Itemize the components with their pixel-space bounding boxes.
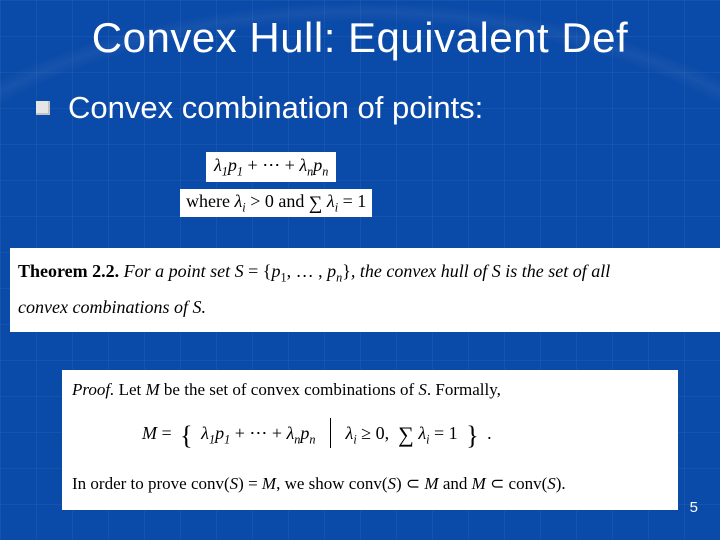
slide-title: Convex Hull: Equivalent Def (0, 0, 720, 72)
theorem-line2: convex combinations of S. (18, 297, 206, 317)
proof-line2: In order to prove conv(S) = M, we show c… (72, 474, 566, 493)
proof-box: Proof. Let M be the set of convex combin… (62, 370, 678, 510)
bullet-text: Convex combination of points: (68, 90, 483, 126)
page-number: 5 (690, 499, 698, 516)
theorem-box: Theorem 2.2. For a point set S = {p1, … … (10, 248, 720, 332)
equation-convex-combination: λ1p1 + ⋯ + λnpn (206, 152, 336, 182)
equation-where-clause: where λi > 0 and ∑ λi = 1 (180, 189, 372, 217)
bullet-row: Convex combination of points: (0, 72, 720, 126)
proof-line1: Let M be the set of convex combinations … (119, 380, 501, 399)
theorem-label: Theorem 2.2. (18, 261, 119, 281)
square-bullet-icon (36, 101, 50, 115)
proof-label: Proof. (72, 380, 114, 399)
proof-equation: M = { λ1p1 + ⋯ + λnpn λi ≥ 0, ∑ λi = 1 }… (72, 402, 668, 472)
